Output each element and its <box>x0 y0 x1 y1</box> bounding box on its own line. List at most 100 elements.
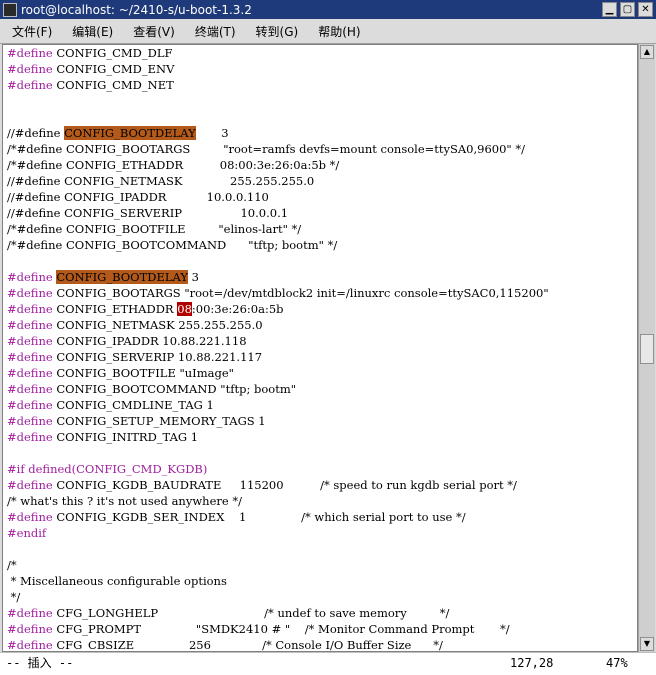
code-token: CONFIG_BOOTARGS "root=/dev/mtdblock2 ini… <box>52 286 549 300</box>
code-token: CFG_PROMPT "SMDK2410 # " /* Monitor Comm… <box>52 622 510 636</box>
code-token: //#define CONFIG_IPADDR 10.0.0.110 <box>7 190 269 204</box>
code-token: #define <box>7 430 53 444</box>
code-token: /* <box>7 558 17 572</box>
code-token: CONFIG_SETUP_MEMORY_TAGS 1 <box>52 414 266 428</box>
code-line: #define CONFIG_CMD_ENV <box>7 61 549 77</box>
menu-edit[interactable]: 编辑(E) <box>60 23 121 40</box>
menu-bar: 文件(F) 编辑(E) 查看(V) 终端(T) 转到(G) 帮助(H) <box>0 19 656 44</box>
code-line: #define CONFIG_INITRD_TAG 1 <box>7 429 549 445</box>
menu-terminal[interactable]: 终端(T) <box>183 23 244 40</box>
code-line: /*#define CONFIG_BOOTARGS "root=ramfs de… <box>7 141 549 157</box>
code-token: 3 <box>187 270 199 284</box>
close-icon[interactable]: ✕ <box>638 2 653 17</box>
code-token: /*#define CONFIG_ETHADDR 08:00:3e:26:0a:… <box>7 158 340 172</box>
code-token: #define <box>7 382 53 396</box>
code-token: #define <box>7 78 53 92</box>
code-line: #define CONFIG_BOOTCOMMAND "tftp; bootm" <box>7 381 549 397</box>
code-line: #define CFG_PROMPT "SMDK2410 # " /* Moni… <box>7 621 549 637</box>
code-token: CONFIG_KGDB_SER_INDEX 1 /* which serial … <box>52 510 466 524</box>
search-highlight: CONFIG_BOOTDELAY <box>64 126 196 140</box>
code-token: #define <box>7 270 53 284</box>
code-token: CONFIG_KGDB_BAUDRATE 115200 /* speed to … <box>52 478 517 492</box>
code-token: CONFIG_BOOTCOMMAND "tftp; bootm" <box>52 382 297 396</box>
code-line: #define CONFIG_NETMASK 255.255.255.0 <box>7 317 549 333</box>
code-token: #if defined(CONFIG_CMD_KGDB) <box>7 462 208 476</box>
cursor-highlight: 08 <box>177 302 192 316</box>
code-token: #define <box>7 334 53 348</box>
code-line: #define CONFIG_CMD_DLF <box>7 45 549 61</box>
code-token: CONFIG_INITRD_TAG 1 <box>52 430 199 444</box>
code-token: /*#define CONFIG_BOOTARGS "root=ramfs de… <box>7 142 525 156</box>
code-token: #define <box>7 366 53 380</box>
code-token: CONFIG_ETHADDR <box>52 302 178 316</box>
code-line: #define CONFIG_SETUP_MEMORY_TAGS 1 <box>7 413 549 429</box>
code-token: //#define CONFIG_SERVERIP 10.0.0.1 <box>7 206 289 220</box>
code-line: #define CONFIG_KGDB_SER_INDEX 1 /* which… <box>7 509 549 525</box>
menu-view[interactable]: 查看(V) <box>121 23 183 40</box>
code-line: */ <box>7 589 549 605</box>
window-title: root@localhost: ~/2410-s/u-boot-1.3.2 <box>21 2 252 17</box>
scroll-thumb[interactable] <box>640 334 654 364</box>
code-token: //#define CONFIG_NETMASK 255.255.255.0 <box>7 174 315 188</box>
code-line: #define CONFIG_CMDLINE_TAG 1 <box>7 397 549 413</box>
code-token: CONFIG_BOOTFILE "uImage" <box>52 366 234 380</box>
code-token: #define <box>7 414 53 428</box>
code-line: #define CONFIG_SERVERIP 10.88.221.117 <box>7 349 549 365</box>
code-line: #define CFG_CBSIZE 256 /* Console I/O Bu… <box>7 637 549 652</box>
cursor-position: 127,28 <box>510 656 554 670</box>
code-line: /*#define CONFIG_BOOTFILE "elinos-lart" … <box>7 221 549 237</box>
scroll-down-icon[interactable]: ▼ <box>640 637 654 651</box>
minimize-icon[interactable]: ▁ <box>602 2 617 17</box>
code-token: CONFIG_NETMASK 255.255.255.0 <box>52 318 263 332</box>
code-token: //#define <box>7 126 65 140</box>
insert-mode-indicator: -- 插入 -- <box>6 656 74 670</box>
code-token: #define <box>7 398 53 412</box>
code-token: /*#define CONFIG_BOOTCOMMAND "tftp; boot… <box>7 238 338 252</box>
scroll-percent: 47% <box>606 656 628 670</box>
code-token: #define <box>7 46 53 60</box>
code-token: #define <box>7 638 53 652</box>
code-token: CONFIG_CMD_ENV <box>52 62 175 76</box>
menu-file[interactable]: 文件(F) <box>0 23 60 40</box>
code-line: #define CONFIG_CMD_NET <box>7 77 549 93</box>
menu-go[interactable]: 转到(G) <box>244 23 307 40</box>
code-line: #if defined(CONFIG_CMD_KGDB) <box>7 461 549 477</box>
code-line: //#define CONFIG_BOOTDELAY 3 <box>7 125 549 141</box>
menu-help[interactable]: 帮助(H) <box>306 23 368 40</box>
code-token: #define <box>7 318 53 332</box>
code-token: #define <box>7 302 53 316</box>
code-token: CONFIG_CMD_NET <box>52 78 174 92</box>
code-line: /* <box>7 557 549 573</box>
search-highlight: CONFIG_BOOTDELAY <box>56 270 188 284</box>
code-line: //#define CONFIG_IPADDR 10.0.0.110 <box>7 189 549 205</box>
code-token: * Miscellaneous configurable options <box>7 574 227 588</box>
code-token: #define <box>7 478 53 492</box>
code-token: CFG_LONGHELP /* undef to save memory */ <box>52 606 450 620</box>
title-bar[interactable]: root@localhost: ~/2410-s/u-boot-1.3.2 ▁ … <box>0 0 656 19</box>
code-line: /*#define CONFIG_ETHADDR 08:00:3e:26:0a:… <box>7 157 549 173</box>
code-token: #define <box>7 622 53 636</box>
scroll-up-icon[interactable]: ▲ <box>640 45 654 59</box>
code-line: #define CONFIG_ETHADDR 08:00:3e:26:0a:5b <box>7 301 549 317</box>
code-line: #define CFG_LONGHELP /* undef to save me… <box>7 605 549 621</box>
code-token: CONFIG_CMD_DLF <box>52 46 173 60</box>
code-token: #define <box>7 510 53 524</box>
code-token: CFG_CBSIZE 256 /* Console I/O Buffer Siz… <box>52 638 443 652</box>
terminal-editor[interactable]: #define CONFIG_CMD_DLF #define CONFIG_CMD… <box>2 44 638 652</box>
vim-status-line: -- 插入 -- 127,28 47% <box>0 652 656 675</box>
code-line: //#define CONFIG_NETMASK 255.255.255.0 <box>7 173 549 189</box>
maximize-icon[interactable]: ▢ <box>620 2 635 17</box>
code-token: CONFIG_IPADDR 10.88.221.118 <box>52 334 247 348</box>
code-line: #define CONFIG_IPADDR 10.88.221.118 <box>7 333 549 349</box>
code-token: /*#define CONFIG_BOOTFILE "elinos-lart" … <box>7 222 302 236</box>
code-token: /* what's this ? it's not used anywhere … <box>7 494 242 508</box>
code-line: #define CONFIG_BOOTFILE "uImage" <box>7 365 549 381</box>
code-line: //#define CONFIG_SERVERIP 10.0.0.1 <box>7 205 549 221</box>
code-token: #define <box>7 606 53 620</box>
code-line: #define CONFIG_BOOTARGS "root=/dev/mtdbl… <box>7 285 549 301</box>
vertical-scrollbar[interactable]: ▲ ▼ <box>638 44 655 652</box>
